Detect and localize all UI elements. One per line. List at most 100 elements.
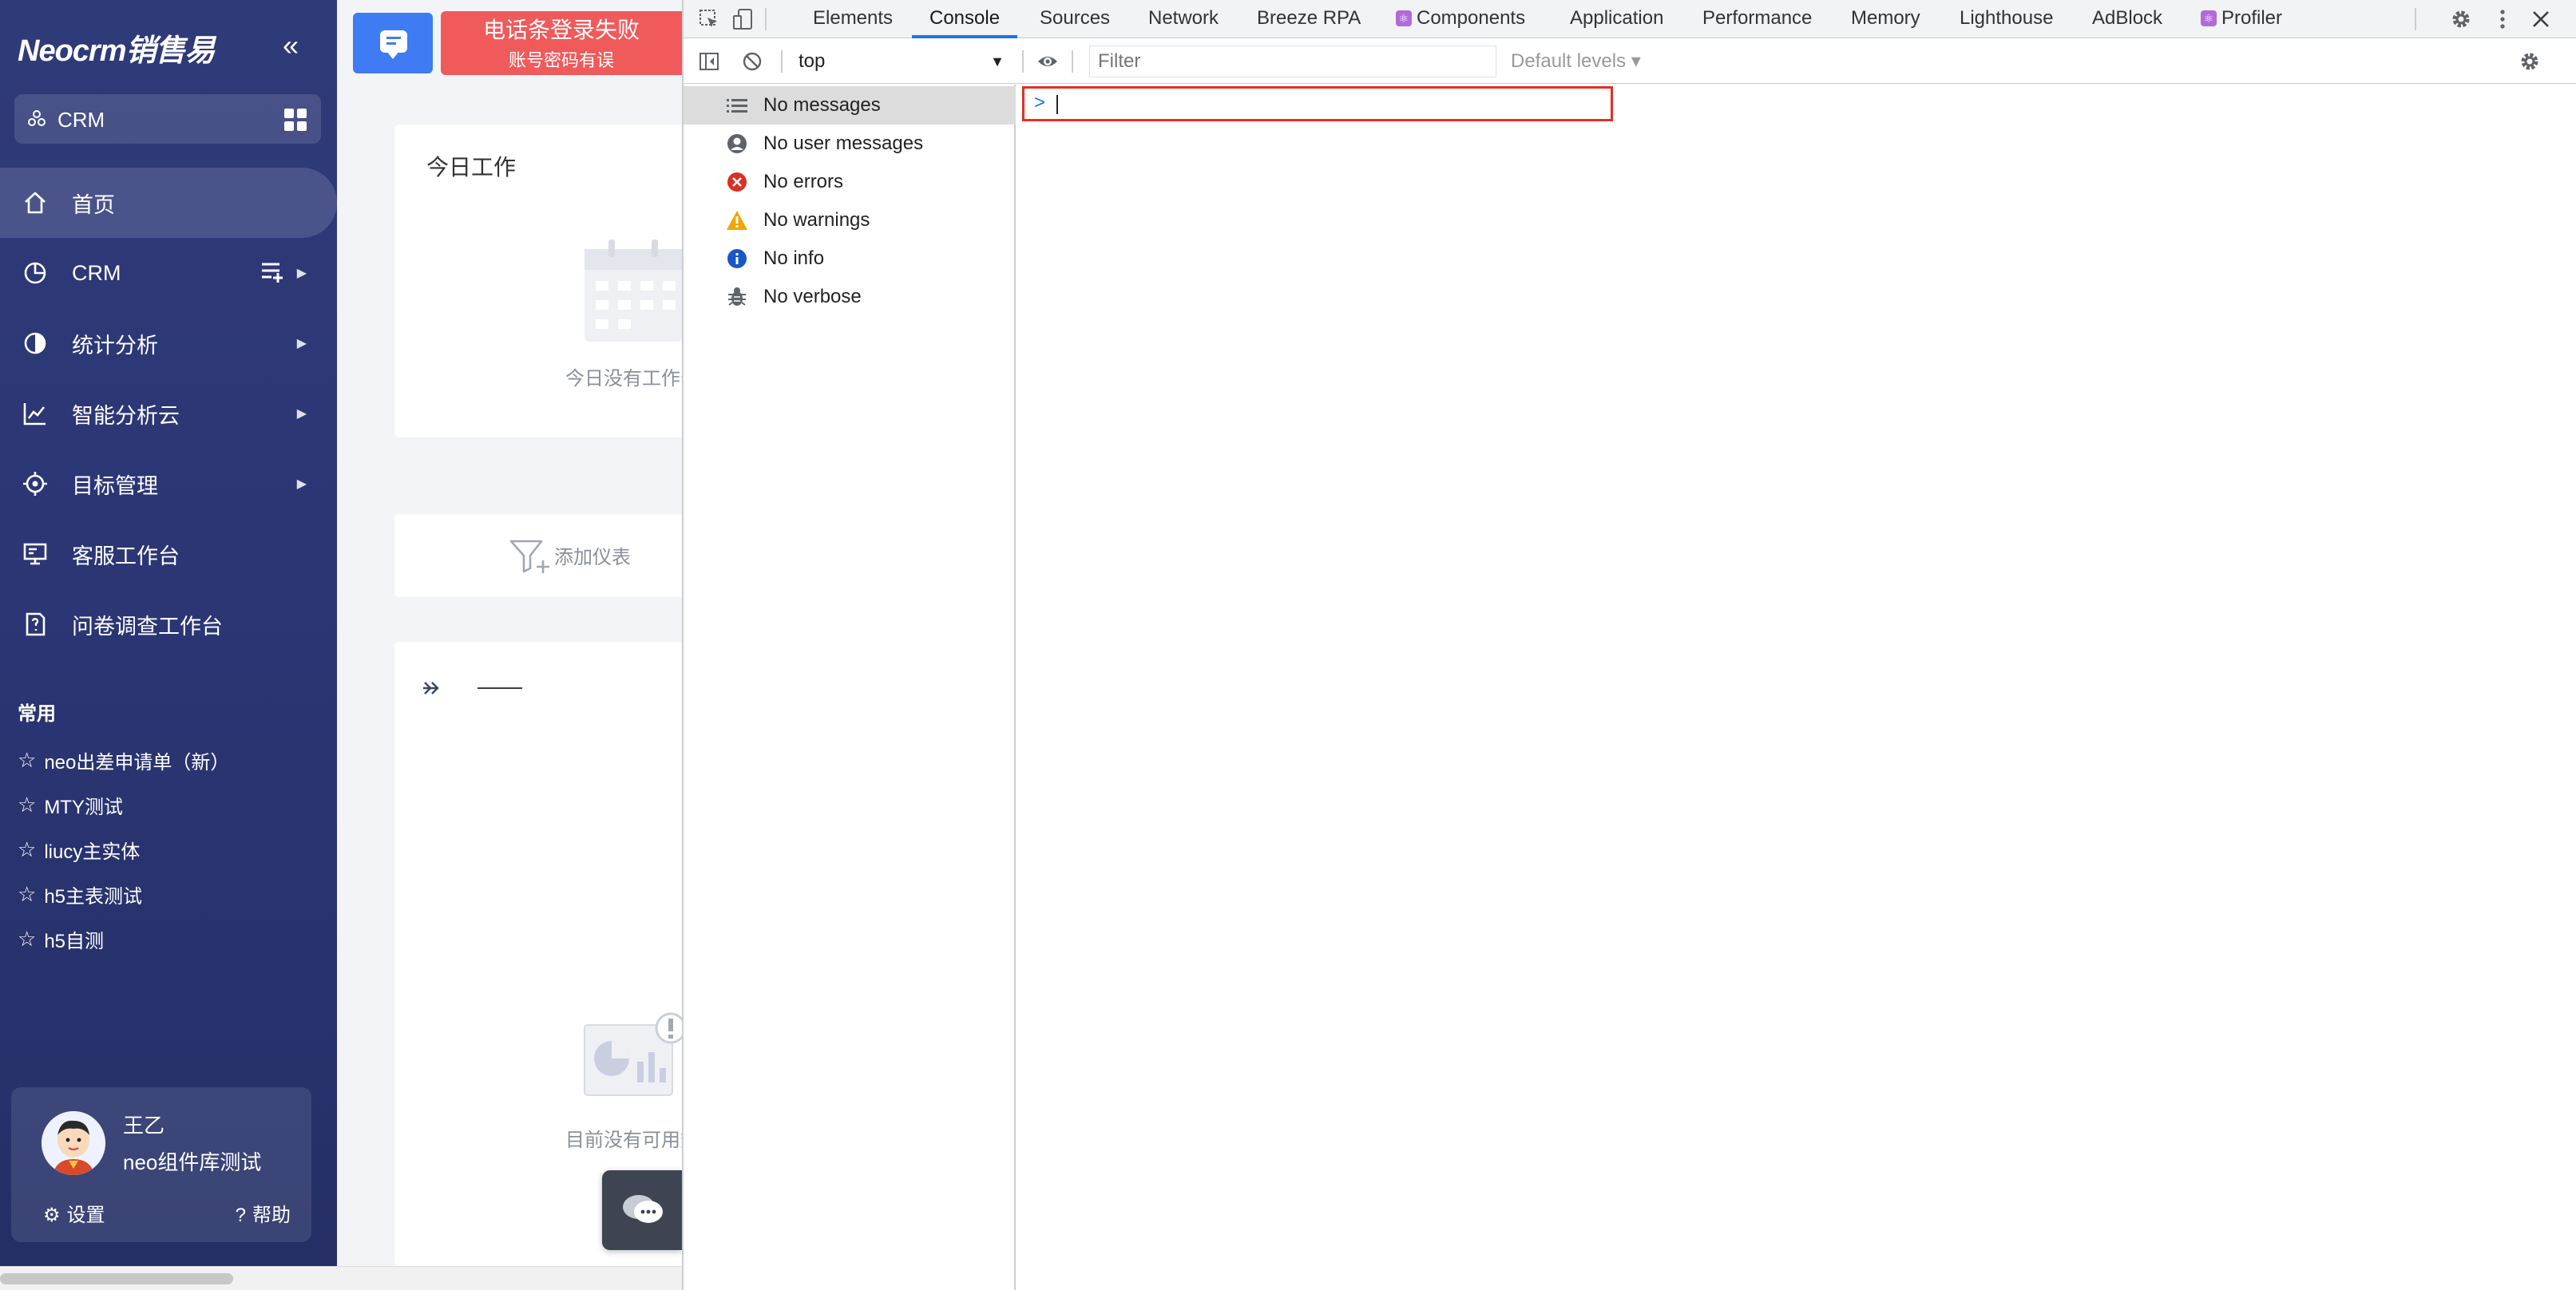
sidebar-toggle-icon[interactable] (698, 50, 720, 73)
menu-label: CRM (72, 260, 121, 285)
monitor-icon (19, 538, 51, 570)
settings-gear-icon[interactable] (2450, 8, 2472, 30)
prompt-chevron-icon: > (1034, 92, 1046, 113)
tab-breeze-rpa[interactable]: Breeze RPA (1257, 0, 1361, 38)
tab-profiler[interactable]: ⚛ Profiler (2201, 0, 2282, 38)
device-toolbar-icon[interactable] (731, 8, 754, 30)
user-icon (725, 132, 749, 156)
live-expression-eye-icon[interactable] (1036, 50, 1059, 73)
menu-label: 客服工作台 (72, 544, 180, 568)
console-filter-input[interactable] (1089, 46, 1496, 77)
sidebar-item-warnings[interactable]: No warnings (684, 201, 1016, 239)
tab-application[interactable]: Application (1570, 0, 1663, 38)
menu-item-crm[interactable]: CRM ▶ (0, 238, 337, 308)
settings-label: 设置 (66, 1205, 105, 1226)
favorite-label: MTY测试 (44, 796, 123, 818)
menu-item-analytics-cloud[interactable]: 智能分析云 ▶ (0, 378, 337, 449)
module-switcher[interactable]: CRM (14, 94, 321, 144)
favorite-label: neo出差申请单（新） (44, 751, 230, 774)
star-icon[interactable]: ☆ (18, 837, 36, 862)
add-dashboard-card[interactable]: 添加仪表 (394, 514, 682, 597)
list-add-icon[interactable] (260, 260, 284, 288)
target-icon (19, 468, 51, 500)
sidebar-item-user-messages[interactable]: No user messages (684, 125, 1016, 163)
favorites-list: ☆ neo出差申请单（新） ☆ MTY测试 ☆ liucy主实体 ☆ h5主表测试 ☆ h… (18, 738, 229, 961)
context-selector[interactable]: top ▼ (799, 47, 1011, 76)
tab-network[interactable]: Network (1148, 0, 1219, 38)
sidebar-item-verbose[interactable]: No verbose (684, 278, 1016, 316)
collapse-sidebar-icon[interactable]: « (283, 29, 299, 62)
user-links: ⚙ 设置 ? 帮助 (43, 1199, 291, 1227)
menu-label: 智能分析云 (72, 403, 180, 428)
favorite-item[interactable]: ☆ h5自测 (18, 916, 229, 961)
sidebar-item-label: No verbose (763, 286, 862, 307)
tab-components[interactable]: ⚛ Components (1396, 0, 1525, 38)
page-horizontal-scrollbar[interactable] (0, 1266, 682, 1290)
sidebar-item-messages[interactable]: No messages (684, 86, 1016, 125)
devtools-panel: Elements Console Sources Network Breeze … (682, 0, 2576, 1290)
tab-label: Profiler (2221, 7, 2283, 29)
scrollbar-thumb[interactable] (0, 1273, 233, 1284)
avatar[interactable] (42, 1111, 105, 1175)
clear-console-icon[interactable] (741, 50, 763, 73)
more-vertical-icon[interactable] (2491, 8, 2514, 30)
menu-item-service-desk[interactable]: 客服工作台 (0, 519, 337, 589)
menu-item-survey[interactable]: 问卷调查工作台 (0, 589, 337, 659)
help-icon: ? (235, 1205, 246, 1226)
today-work-card: 今日工作 今日没有工作安 (394, 125, 682, 437)
call-bar-alert[interactable]: 电话条登录失败 账号密码有误 (441, 11, 682, 75)
filter-add-icon (509, 540, 549, 573)
home-page: 电话条登录失败 账号密码有误 今日工作 今日没有工作安 添加仪表 (337, 0, 682, 1266)
bug-icon (725, 285, 749, 309)
apps-grid-icon[interactable] (284, 109, 307, 131)
tab-lighthouse[interactable]: Lighthouse (1960, 0, 2053, 38)
favorite-label: liucy主实体 (44, 841, 141, 863)
star-icon[interactable]: ☆ (18, 927, 36, 952)
sidebar-item-label: No warnings (763, 209, 870, 231)
sidebar-item-info[interactable]: No info (684, 239, 1016, 278)
main-menu: 首页 CRM ▶ 统计分析 ▶ 智能分析云 ▶ 目标管理 ▶ 客服工作台 问卷调… (0, 168, 337, 659)
user-org: neo组件库测试 (123, 1150, 262, 1174)
tab-console[interactable]: Console (912, 0, 1018, 38)
expand-arrows-icon[interactable] (422, 677, 444, 702)
favorite-label: h5主表测试 (44, 885, 143, 908)
inspect-element-icon[interactable] (698, 8, 720, 30)
chat-bubbles-icon (623, 1195, 663, 1223)
settings-link[interactable]: ⚙ 设置 (43, 1199, 105, 1227)
menu-item-home[interactable]: 首页 (0, 168, 337, 238)
separator (2415, 8, 2416, 30)
separator (1072, 50, 1073, 73)
text-cursor (1056, 95, 1058, 114)
separator (781, 50, 783, 73)
message-button[interactable] (353, 13, 433, 73)
alert-title: 电话条登录失败 (482, 18, 640, 42)
star-icon[interactable]: ☆ (18, 793, 36, 817)
menu-item-goals[interactable]: 目标管理 ▶ (0, 449, 337, 519)
log-levels-dropdown[interactable]: Default levels ▾ (1511, 47, 1641, 76)
star-icon[interactable]: ☆ (18, 882, 36, 907)
context-value: top (799, 50, 826, 72)
empty-today-text: 今日没有工作安 (565, 368, 682, 390)
chat-button[interactable] (602, 1170, 682, 1250)
tab-performance[interactable]: Performance (1702, 0, 1812, 38)
console-input[interactable]: > (1022, 86, 1613, 121)
crm-module-icon (27, 109, 46, 133)
tab-memory[interactable]: Memory (1851, 0, 1920, 38)
close-icon[interactable] (2530, 8, 2552, 30)
tab-elements[interactable]: Elements (813, 0, 893, 38)
message-icon (380, 30, 407, 59)
menu-item-statistics[interactable]: 统计分析 ▶ (0, 308, 337, 378)
app-logo[interactable]: Neocrm销售易 (18, 26, 215, 69)
favorite-item[interactable]: ☆ liucy主实体 (18, 827, 229, 872)
menu-label: 目标管理 (72, 473, 158, 498)
sidebar-item-errors[interactable]: No errors (684, 163, 1016, 201)
react-icon: ⚛ (1396, 10, 1412, 26)
help-link[interactable]: ? 帮助 (236, 1199, 291, 1227)
star-icon[interactable]: ☆ (18, 748, 36, 773)
tab-adblock[interactable]: AdBlock (2092, 0, 2162, 38)
favorite-item[interactable]: ☆ neo出差申请单（新） (18, 738, 229, 782)
favorite-item[interactable]: ☆ h5主表测试 (18, 872, 229, 916)
tab-sources[interactable]: Sources (1040, 0, 1110, 38)
favorite-item[interactable]: ☆ MTY测试 (18, 782, 229, 827)
console-settings-gear-icon[interactable] (2519, 50, 2541, 73)
